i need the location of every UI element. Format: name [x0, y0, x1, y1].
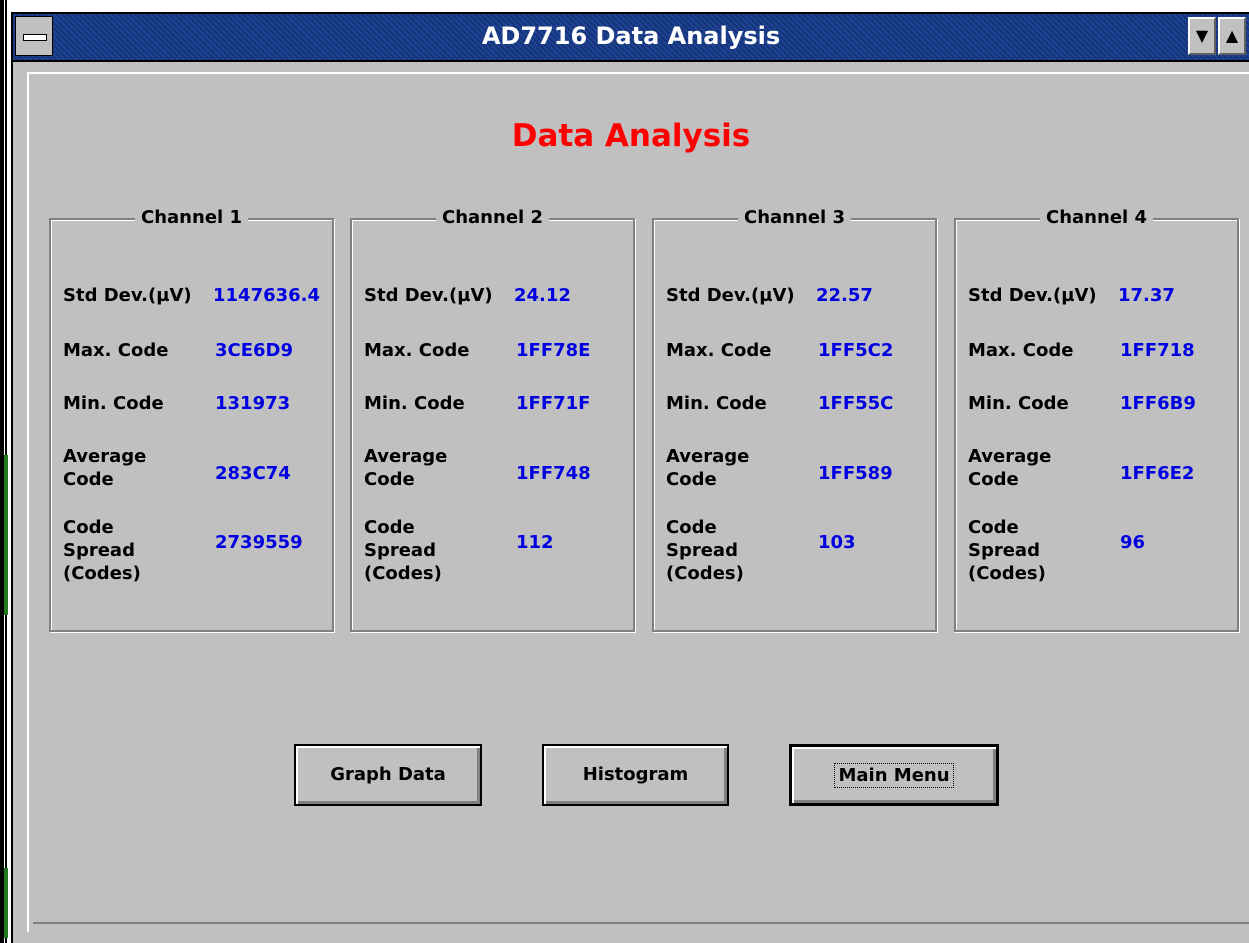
average-code-label-line1: Average — [63, 446, 147, 467]
client-area-bevel-bottom — [33, 922, 1249, 924]
code-spread-value: 112 — [516, 532, 554, 553]
window-title: AD7716 Data Analysis — [481, 22, 781, 50]
average-code-label-line1: Average — [666, 446, 750, 467]
minimize-button[interactable]: ▼ — [1188, 17, 1216, 55]
title-bar[interactable]: AD7716 Data Analysis ▼ ▲ — [13, 14, 1249, 62]
code-spread-label-line1: Code — [364, 517, 415, 538]
max-code-value: 1FF5C2 — [818, 340, 894, 361]
max-code-value: 3CE6D9 — [215, 340, 294, 361]
channel-4-title: Channel 4 — [1040, 207, 1153, 228]
channel-3-title: Channel 3 — [738, 207, 851, 228]
max-code-label: Max. Code — [63, 340, 169, 361]
min-code-label: Min. Code — [63, 393, 164, 414]
average-code-value: 1FF589 — [818, 463, 893, 484]
channel-2-title: Channel 2 — [436, 207, 549, 228]
min-code-label: Min. Code — [666, 393, 767, 414]
average-code-value: 283C74 — [215, 463, 291, 484]
average-code-label-line1: Average — [364, 446, 448, 467]
std-dev-value: 17.37 — [1118, 285, 1175, 306]
main-menu-button-label: Main Menu — [834, 763, 954, 788]
average-code-label-line2: Code — [666, 469, 717, 490]
max-code-label: Max. Code — [968, 340, 1074, 361]
average-code-label-line2: Code — [968, 469, 1019, 490]
graph-data-button[interactable]: Graph Data — [294, 744, 482, 806]
data-analysis-window: AD7716 Data Analysis ▼ ▲ Data Analysis C… — [11, 12, 1249, 943]
std-dev-label: Std Dev.(µV) — [63, 285, 192, 306]
max-code-label: Max. Code — [364, 340, 470, 361]
channel-4-group: Channel 4 Std Dev.(µV) 17.37 Max. Code 1… — [954, 207, 1239, 632]
min-code-value: 1FF71F — [516, 393, 591, 414]
maximize-button[interactable]: ▲ — [1218, 17, 1246, 55]
std-dev-value: 24.12 — [514, 285, 571, 306]
main-menu-button[interactable]: Main Menu — [789, 744, 999, 806]
min-code-value: 1FF6B9 — [1120, 393, 1196, 414]
code-spread-label-line3: (Codes) — [364, 563, 442, 584]
average-code-value: 1FF6E2 — [1120, 463, 1195, 484]
code-spread-label-line3: (Codes) — [968, 563, 1046, 584]
average-code-label-line2: Code — [364, 469, 415, 490]
code-spread-label-line3: (Codes) — [666, 563, 744, 584]
channel-3-group: Channel 3 Std Dev.(µV) 22.57 Max. Code 1… — [652, 207, 937, 632]
std-dev-label: Std Dev.(µV) — [666, 285, 795, 306]
std-dev-label: Std Dev.(µV) — [968, 285, 1097, 306]
code-spread-label-line2: Spread — [666, 540, 738, 561]
max-code-label: Max. Code — [666, 340, 772, 361]
std-dev-label: Std Dev.(µV) — [364, 285, 493, 306]
code-spread-value: 96 — [1120, 532, 1146, 553]
code-spread-value: 103 — [818, 532, 856, 553]
channel-1-title: Channel 1 — [135, 207, 248, 228]
code-spread-label-line1: Code — [63, 517, 114, 538]
code-spread-label-line3: (Codes) — [63, 563, 141, 584]
average-code-label-line2: Code — [63, 469, 114, 490]
min-code-label: Min. Code — [968, 393, 1069, 414]
channel-1-group: Channel 1 Std Dev.(µV) 1147636.4 Max. Co… — [49, 207, 334, 632]
min-code-value: 131973 — [215, 393, 291, 414]
min-code-label: Min. Code — [364, 393, 465, 414]
code-spread-label-line1: Code — [666, 517, 717, 538]
min-code-value: 1FF55C — [818, 393, 894, 414]
code-spread-label-line2: Spread — [968, 540, 1040, 561]
std-dev-value: 22.57 — [816, 285, 873, 306]
channel-2-group: Channel 2 Std Dev.(µV) 24.12 Max. Code 1… — [350, 207, 635, 632]
code-spread-label-line1: Code — [968, 517, 1019, 538]
max-code-value: 1FF718 — [1120, 340, 1195, 361]
code-spread-value: 2739559 — [215, 532, 303, 553]
histogram-button[interactable]: Histogram — [542, 744, 729, 806]
background-window-edge — [0, 0, 10, 943]
max-code-value: 1FF78E — [516, 340, 591, 361]
average-code-value: 1FF748 — [516, 463, 591, 484]
code-spread-label-line2: Spread — [63, 540, 135, 561]
page-title: Data Analysis — [511, 118, 751, 154]
code-spread-label-line2: Spread — [364, 540, 436, 561]
average-code-label-line1: Average — [968, 446, 1052, 467]
std-dev-value: 1147636.4 — [213, 285, 321, 306]
